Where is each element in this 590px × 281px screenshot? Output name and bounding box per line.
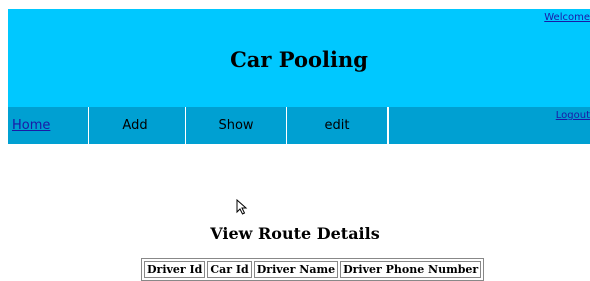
table-header-row: Driver Id Car Id Driver Name Driver Phon… — [144, 261, 482, 278]
nav-bar: Home Add Show edit Logout — [8, 107, 590, 144]
welcome-link[interactable]: Welcome — [544, 12, 590, 23]
nav-edit[interactable]: edit — [287, 107, 388, 144]
route-details-table: Driver Id Car Id Driver Name Driver Phon… — [141, 258, 485, 281]
nav-add[interactable]: Add — [85, 107, 186, 144]
col-driver-phone: Driver Phone Number — [340, 261, 482, 278]
logout-link[interactable]: Logout — [556, 110, 590, 121]
header-banner: Welcome Car Pooling — [8, 9, 590, 107]
col-driver-id: Driver Id — [144, 261, 206, 278]
page-title: Car Pooling — [230, 47, 368, 72]
nav-show[interactable]: Show — [186, 107, 287, 144]
section-title: View Route Details — [210, 224, 380, 243]
mouse-pointer-icon — [236, 199, 248, 215]
nav-empty-cell — [388, 107, 389, 144]
nav-home-link[interactable]: Home — [8, 107, 89, 144]
col-driver-name: Driver Name — [253, 261, 339, 278]
col-car-id: Car Id — [207, 261, 252, 278]
